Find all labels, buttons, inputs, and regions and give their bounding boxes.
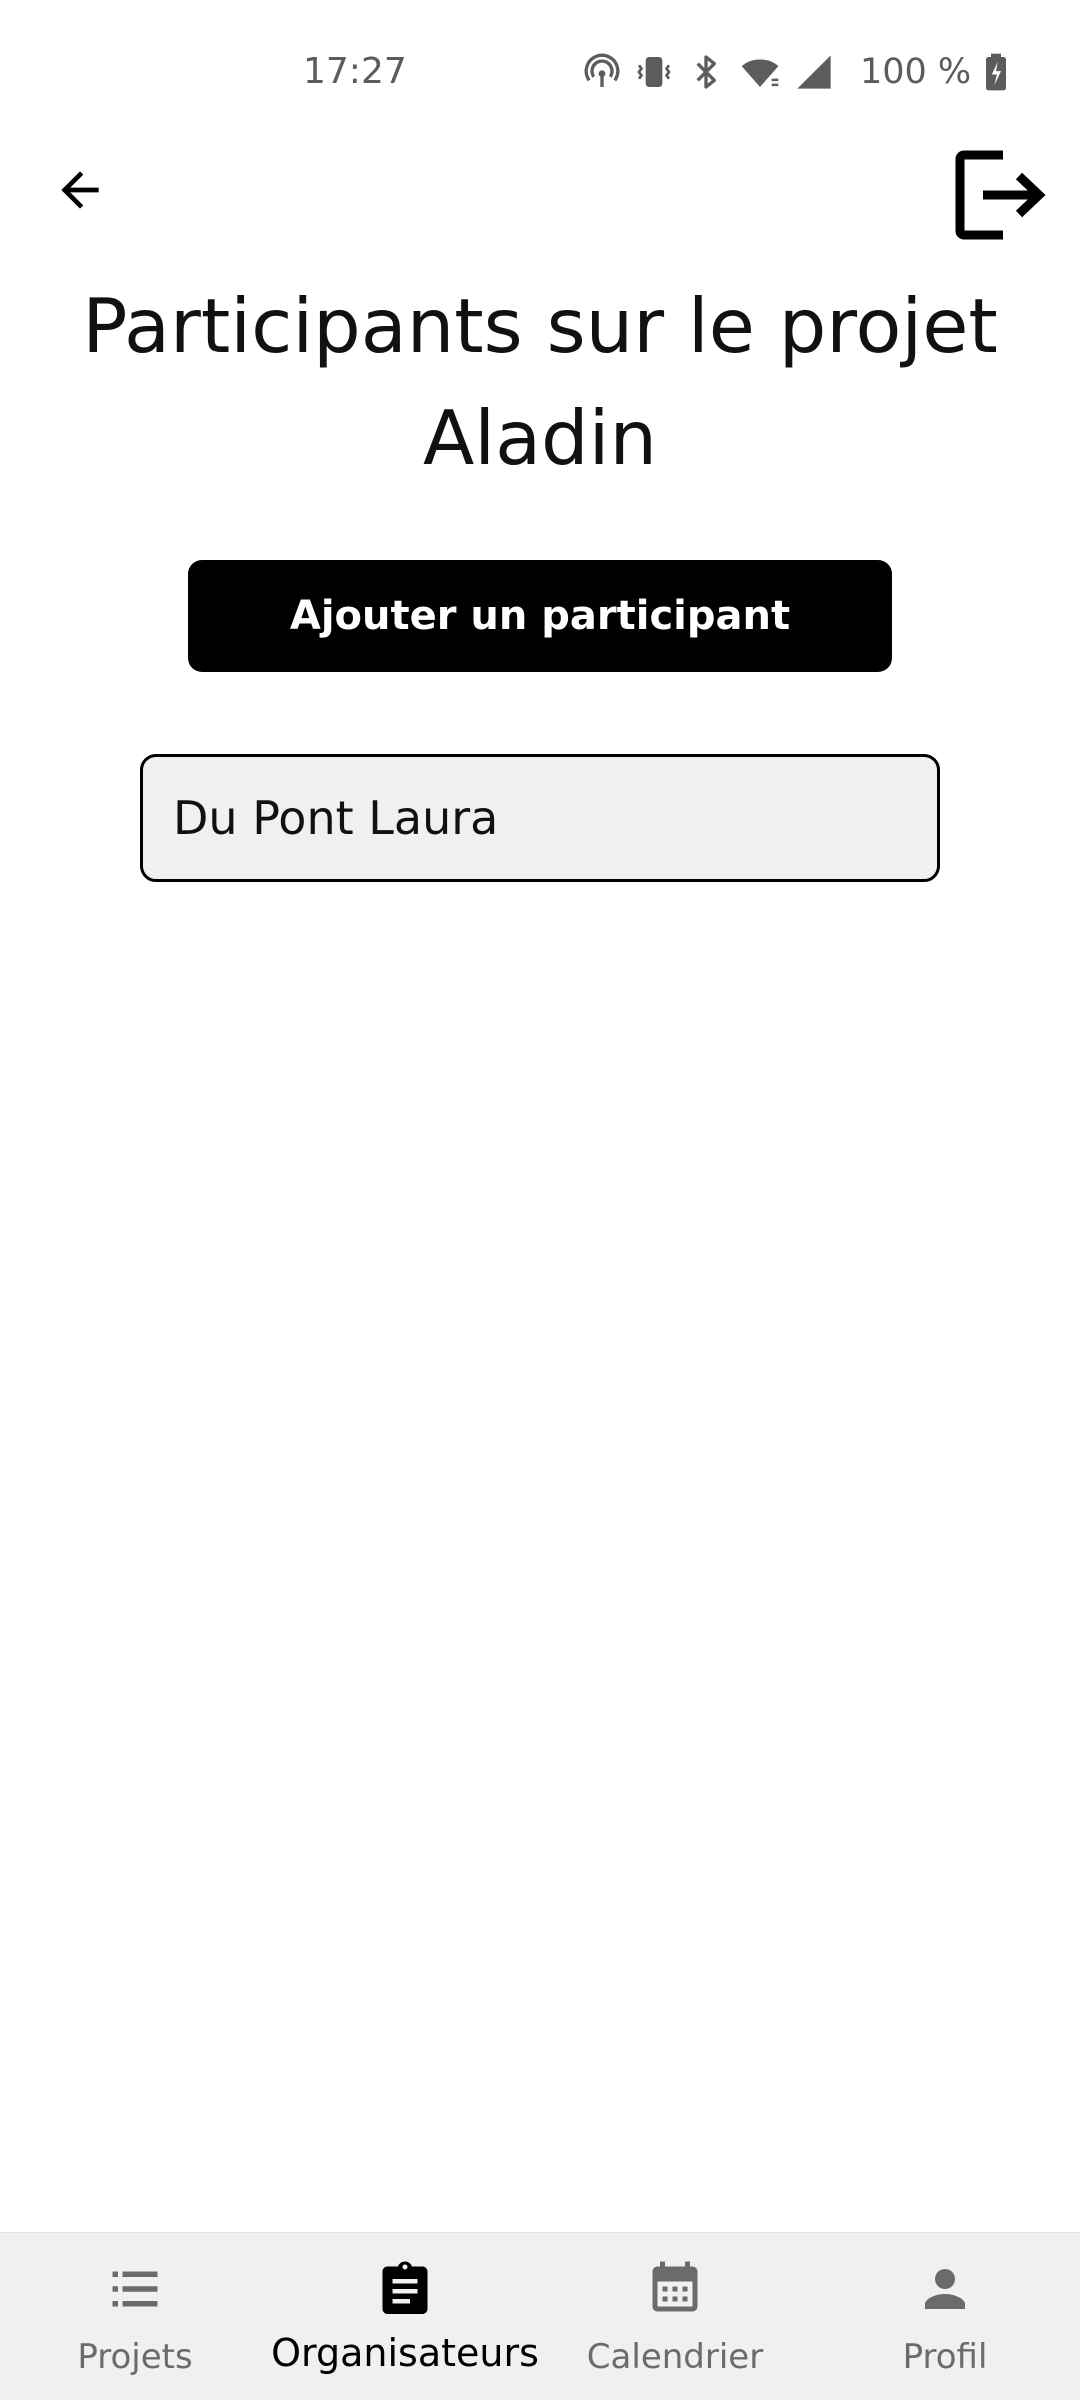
nav-label-profil: Profil [902, 2337, 988, 2377]
signal-icon [797, 55, 831, 89]
nav-label-projets: Projets [77, 2337, 193, 2377]
clipboard-icon [382, 2261, 428, 2314]
calendar-icon [652, 2261, 698, 2312]
vibrate-icon [637, 57, 671, 87]
back-button[interactable] [40, 150, 120, 230]
page-title-project-name: Aladin [422, 394, 658, 482]
status-bar: 17:27 100 % [0, 0, 1080, 140]
battery-percentage: 100 % [860, 52, 972, 92]
logout-icon [955, 150, 1046, 240]
participant-card[interactable]: Du Pont Laura [140, 754, 940, 882]
nav-item-profil[interactable]: Profil [810, 2233, 1080, 2401]
page-title: Participants sur le projet Aladin [40, 270, 1040, 494]
person-icon [925, 2269, 965, 2309]
nav-item-organisateurs[interactable]: Organisateurs [270, 2233, 540, 2401]
nav-item-projets[interactable]: Projets [0, 2233, 270, 2401]
wifi-icon [741, 59, 779, 87]
nav-label-organisateurs: Organisateurs [271, 2331, 539, 2375]
participant-name: Du Pont Laura [173, 791, 499, 845]
nav-label-calendrier: Calendrier [586, 2337, 764, 2377]
nav-item-calendrier[interactable]: Calendrier [540, 2233, 810, 2401]
arrow-left-icon [61, 171, 99, 209]
hotspot-icon [584, 53, 620, 87]
logout-button[interactable] [942, 140, 1052, 250]
bottom-navigation: Projets Organisateurs Calendrier Profil [0, 2232, 1080, 2400]
status-time: 17:27 [303, 51, 407, 92]
page-title-line1: Participants sur le projet [82, 282, 998, 370]
battery-charging-icon [986, 53, 1007, 91]
status-icons: 100 % [582, 48, 1021, 96]
add-participant-button[interactable]: Ajouter un participant [188, 560, 892, 672]
list-icon [112, 2271, 158, 2307]
bluetooth-icon [696, 55, 716, 89]
